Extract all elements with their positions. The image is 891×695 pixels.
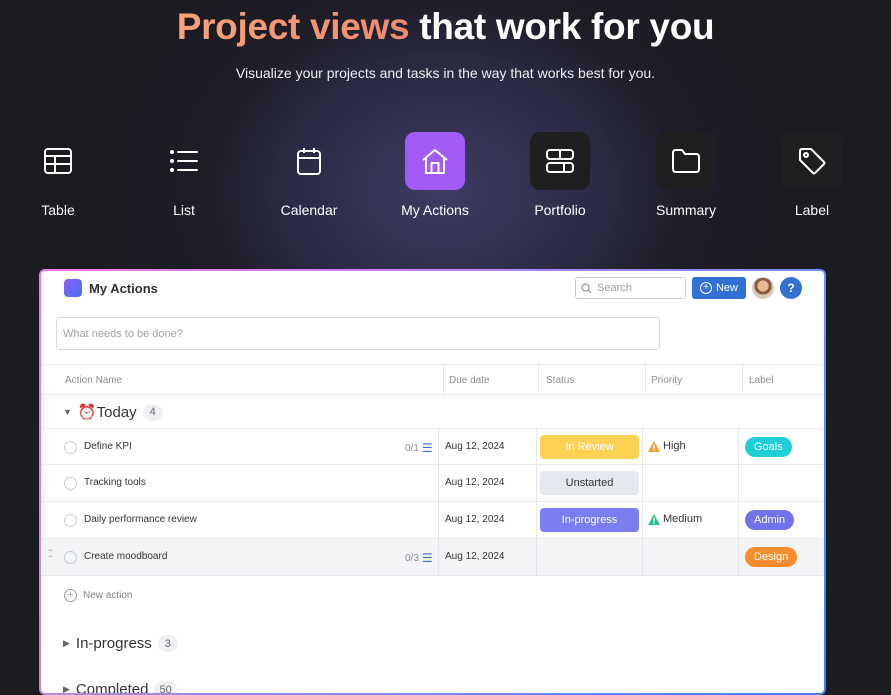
new-task-input[interactable]: What needs to be done? — [56, 317, 660, 350]
group-in-progress-name: In-progress — [75, 635, 152, 652]
view-summary-label: Summary — [656, 202, 716, 218]
status-badge[interactable]: In-progress — [540, 508, 639, 532]
action-name[interactable]: Tracking tools — [84, 477, 146, 488]
help-button[interactable]: ? — [780, 277, 802, 299]
complete-checkbox[interactable] — [64, 551, 77, 564]
hero-title-rest: that work for you — [419, 6, 715, 47]
action-name[interactable]: Daily performance review — [84, 514, 197, 525]
warning-icon — [648, 440, 660, 452]
view-portfolio-label: Portfolio — [534, 202, 586, 218]
view-table[interactable]: Table — [8, 132, 108, 218]
priority-label: High — [663, 440, 686, 452]
plus-circle-icon: + — [699, 282, 712, 294]
hero-subtitle: Visualize your projects and tasks in the… — [235, 65, 656, 81]
group-completed-count: 50 — [154, 681, 177, 693]
priority-label: Medium — [663, 513, 703, 525]
label-badge[interactable]: Goals — [745, 437, 792, 457]
due-date[interactable]: Aug 12, 2024 — [445, 551, 505, 562]
table-row[interactable]: Daily performance review Aug 12, 2024 In… — [41, 502, 824, 539]
table-row[interactable]: Tracking tools Aug 12, 2024 Unstarted — [41, 465, 824, 502]
col-status[interactable]: Status — [546, 375, 574, 386]
view-my-actions-label: My Actions — [401, 202, 469, 218]
new-button-label: New — [715, 282, 738, 294]
view-label[interactable]: Label — [762, 132, 862, 218]
subtask-count[interactable]: 0/1 ☰ — [405, 441, 433, 455]
table-row[interactable]: ⁚⁚ Create moodboard 0/3 ☰ Aug 12, 2024 De… — [41, 539, 824, 576]
complete-checkbox[interactable] — [64, 441, 77, 454]
group-today-count: 4 — [142, 403, 163, 421]
new-button[interactable]: + New — [692, 277, 746, 299]
app-title: My Actions — [89, 281, 158, 296]
calendar-icon — [279, 132, 339, 190]
view-calendar-label: Calendar — [280, 202, 338, 218]
status-badge[interactable]: In Review — [540, 435, 639, 459]
view-portfolio[interactable]: Portfolio — [510, 132, 610, 218]
group-completed[interactable]: ▶ Completed 50 — [63, 681, 177, 695]
group-today-name: ⏰Today — [77, 404, 137, 421]
due-date[interactable]: Aug 12, 2024 — [445, 477, 505, 488]
tag-icon — [782, 132, 842, 190]
action-name[interactable]: Create moodboard — [84, 551, 167, 562]
hero-title: Project views that work for you — [0, 6, 891, 48]
group-today[interactable]: ▼ ⏰Today 4 — [63, 403, 163, 421]
view-my-actions[interactable]: My Actions — [385, 132, 485, 218]
subtask-count[interactable]: 0/3 ☰ — [405, 551, 433, 565]
hero-title-accent: Project views — [176, 6, 410, 47]
new-action-label: New action — [83, 590, 133, 601]
view-label-label: Label — [794, 202, 830, 218]
priority[interactable]: Medium — [648, 513, 702, 525]
my-actions-app: My Actions Search + New ? What needs to … — [39, 269, 826, 695]
search-placeholder: Search — [597, 282, 632, 294]
table-header: Action Name Due date Status Priority Lab… — [41, 364, 824, 395]
table-icon — [28, 132, 88, 190]
plus-circle-icon: + — [64, 589, 77, 602]
col-action-name[interactable]: Action Name — [65, 375, 122, 386]
app-header: My Actions Search + New ? — [41, 271, 824, 307]
view-table-label: Table — [41, 202, 75, 218]
list-icon — [154, 132, 214, 190]
col-priority[interactable]: Priority — [651, 375, 682, 386]
view-list-label: List — [173, 202, 195, 218]
new-action-button[interactable]: + New action — [64, 589, 132, 602]
priority[interactable]: High — [648, 440, 686, 452]
subtask-list-icon: ☰ — [421, 551, 433, 565]
col-label[interactable]: Label — [749, 375, 773, 386]
avatar[interactable] — [752, 277, 774, 299]
home-icon — [405, 132, 465, 190]
caret-down-icon[interactable]: ▼ — [63, 407, 72, 417]
label-badge[interactable]: Admin — [745, 510, 795, 530]
search-icon — [581, 282, 592, 294]
folder-icon — [656, 132, 716, 190]
action-name[interactable]: Define KPI — [84, 441, 132, 452]
complete-checkbox[interactable] — [64, 477, 77, 490]
portfolio-icon — [530, 132, 590, 190]
view-switcher: Table List Calendar My Actions Portfolio… — [0, 132, 891, 222]
status-badge[interactable]: Unstarted — [540, 471, 639, 495]
col-due-date[interactable]: Due date — [449, 375, 490, 386]
label-badge[interactable]: Design — [745, 547, 798, 567]
app-logo — [64, 279, 82, 297]
due-date[interactable]: Aug 12, 2024 — [445, 441, 505, 452]
table-row[interactable]: Define KPI 0/1 ☰ Aug 12, 2024 In Review H… — [41, 428, 824, 465]
view-list[interactable]: List — [134, 132, 234, 218]
caret-right-icon[interactable]: ▶ — [63, 638, 70, 649]
view-summary[interactable]: Summary — [636, 132, 736, 218]
drag-handle-icon[interactable]: ⁚⁚ — [48, 549, 53, 560]
caret-right-icon[interactable]: ▶ — [63, 684, 70, 693]
subtask-list-icon: ☰ — [421, 441, 433, 455]
warning-icon — [648, 513, 660, 525]
complete-checkbox[interactable] — [64, 514, 77, 527]
group-in-progress-count: 3 — [157, 635, 178, 652]
due-date[interactable]: Aug 12, 2024 — [445, 514, 505, 525]
view-calendar[interactable]: Calendar — [259, 132, 359, 218]
group-in-progress[interactable]: ▶ In-progress 3 — [63, 635, 178, 652]
search-input[interactable]: Search — [575, 277, 686, 299]
group-completed-name: Completed — [75, 681, 149, 695]
